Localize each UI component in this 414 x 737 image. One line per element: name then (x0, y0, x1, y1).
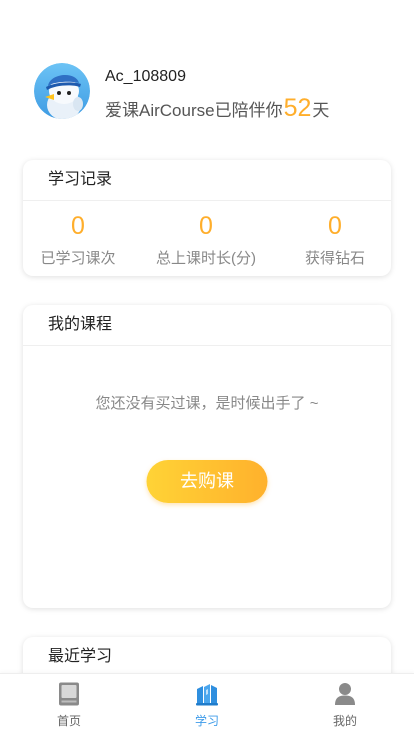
stat-label: 获得钻石 (304, 250, 365, 267)
study-record-card: 学习记录 0 已学习课次 0 总上课时长(分) 0 获得钻石 (23, 160, 391, 276)
stat-lessons: 0 已学习课次 (18, 201, 138, 269)
stat-duration: 0 总上课时长(分) (146, 201, 266, 269)
stat-diamonds: 0 获得钻石 (275, 201, 395, 269)
bird-mascot-icon (34, 63, 90, 119)
stat-value: 0 (328, 212, 342, 240)
study-record-title: 学习记录 (23, 160, 391, 201)
empty-courses-message: 您还没有买过课，是时候出手了 ~ (95, 395, 319, 412)
tab-mine[interactable]: 我的 (276, 674, 414, 737)
bottom-tab-bar: 首页 学习 我的 (0, 673, 414, 737)
stat-label: 已学习课次 (40, 250, 116, 267)
tab-home[interactable]: 首页 (0, 674, 138, 737)
stat-value: 0 (199, 212, 213, 240)
tab-label: 我的 (332, 714, 357, 728)
avatar[interactable] (34, 63, 90, 119)
tab-label: 首页 (56, 714, 81, 728)
person-icon (334, 682, 356, 706)
app-screen: Ac_108809 爱课AirCourse已陪伴你 52 天 学习记录 0 已学… (0, 0, 414, 737)
stat-value: 0 (71, 212, 85, 240)
companion-prefix: 爱课AirCourse已陪伴你 (105, 101, 283, 120)
home-page-icon (58, 682, 80, 706)
my-courses-title: 我的课程 (23, 305, 391, 346)
companion-days-text: 爱课AirCourse已陪伴你 52 天 (105, 92, 329, 124)
buy-course-button[interactable]: 去购课 (146, 460, 268, 503)
tab-study[interactable]: 学习 (138, 674, 276, 737)
recent-study-title: 最近学习 (23, 637, 391, 678)
username: Ac_108809 (105, 68, 186, 85)
companion-suffix: 天 (312, 101, 330, 120)
my-courses-card: 我的课程 您还没有买过课，是时候出手了 ~ 去购课 (23, 305, 391, 608)
companion-days-count: 52 (283, 94, 312, 122)
tab-label: 学习 (194, 714, 219, 728)
books-icon (194, 682, 220, 706)
study-stats: 0 已学习课次 0 总上课时长(分) 0 获得钻石 (23, 201, 391, 276)
stat-label: 总上课时长(分) (156, 250, 256, 267)
